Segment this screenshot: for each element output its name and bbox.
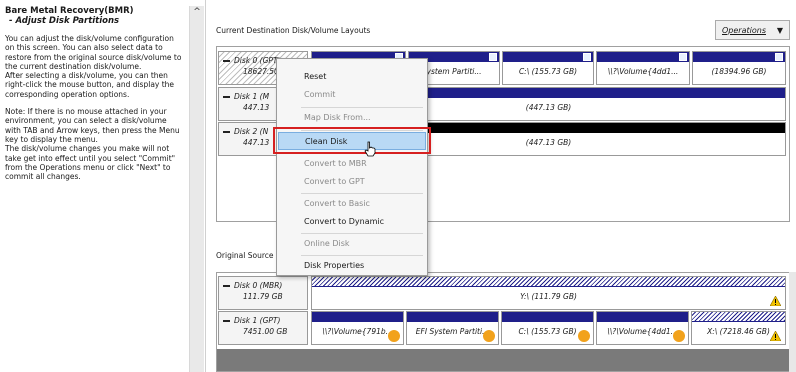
collapse-icon[interactable] (223, 96, 230, 98)
operations-button[interactable]: Operations ▼ (715, 20, 790, 40)
help-subtitle: - Adjust Disk Partitions (9, 16, 120, 26)
orig-partition[interactable]: X:\ (7218.46 GB) (691, 311, 786, 345)
help-paragraph-2: Note: If there is no mouse attached in y… (5, 107, 180, 182)
orig-partition[interactable]: Y:\ (111.79 GB) (311, 276, 786, 310)
operations-label: Operations (722, 25, 766, 35)
collapse-icon[interactable] (223, 131, 230, 133)
hand-cursor-icon (364, 141, 376, 157)
orig-partition[interactable]: C:\ (155.73 GB) (501, 311, 594, 345)
collapse-icon[interactable] (223, 320, 230, 322)
menu-separator (301, 255, 423, 256)
help-scrollbar[interactable]: ^ (189, 6, 204, 372)
context-menu: Reset Commit Map Disk From... Clean Disk… (276, 58, 428, 276)
chevron-down-icon: ▼ (776, 26, 783, 35)
checkbox-icon[interactable] (489, 53, 497, 61)
info-icon (388, 330, 400, 342)
menu-item-convert-to-dynamic[interactable]: Convert to Dynamic (278, 213, 426, 231)
destination-layout-title: Current Destination Disk/Volume Layouts (216, 26, 371, 35)
disk-name: Disk 2 (N (234, 127, 269, 136)
orig-partition[interactable]: EFI System Partiti... (406, 311, 499, 345)
menu-separator (301, 107, 423, 108)
orig-disk-label[interactable]: Disk 1 (GPT) 7451.00 GB (218, 311, 308, 345)
partition-label: (18394.96 GB) (711, 67, 767, 76)
dest-partition[interactable]: C:\ (155.73 GB) (502, 51, 594, 85)
menu-item-reset[interactable]: Reset (278, 68, 426, 86)
menu-item-convert-to-basic[interactable]: Convert to Basic (278, 195, 426, 213)
checkbox-icon[interactable] (679, 53, 687, 61)
collapse-icon[interactable] (223, 285, 230, 287)
disk-name: Disk 0 (MBR) (234, 281, 283, 290)
partition-label: C:\ (155.73 GB) (518, 67, 578, 76)
partition-label: Y:\ (111.79 GB) (520, 292, 577, 301)
warning-icon (770, 331, 781, 341)
disk-size: 7451.00 GB (243, 327, 288, 336)
info-icon (673, 330, 685, 342)
menu-item-convert-to-mbr[interactable]: Convert to MBR (278, 155, 426, 173)
checkbox-icon[interactable] (583, 53, 591, 61)
orig-partition[interactable]: \\?\Volume{4dd1... (596, 311, 689, 345)
help-text: Bare Metal Recovery(BMR) - Adjust Disk P… (5, 6, 185, 181)
dest-partition[interactable]: (18394.96 GB) (692, 51, 786, 85)
info-icon (578, 330, 590, 342)
help-title: Bare Metal Recovery(BMR) (5, 6, 134, 16)
menu-item-convert-to-gpt[interactable]: Convert to GPT (278, 173, 426, 191)
menu-item-map-disk-from[interactable]: Map Disk From... (278, 109, 426, 127)
info-icon (483, 330, 495, 342)
dest-partition[interactable]: \\?\Volume{4dd1... (596, 51, 690, 85)
checkbox-icon[interactable] (775, 53, 783, 61)
disk-size: 111.79 GB (243, 292, 283, 301)
original-source-title: Original Source (216, 251, 274, 260)
highlight-box (273, 127, 431, 154)
menu-separator (301, 233, 423, 234)
partition-label: \\?\Volume{4dd1... (607, 67, 679, 76)
orig-disk-label[interactable]: Disk 0 (MBR) 111.79 GB (218, 276, 308, 310)
orig-partition[interactable]: \\?\Volume{791b... (311, 311, 404, 345)
menu-item-disk-properties[interactable]: Disk Properties (278, 257, 426, 275)
menu-separator (301, 193, 423, 194)
menu-item-online-disk[interactable]: Online Disk (278, 235, 426, 253)
disk-name: Disk 1 (M (234, 92, 270, 101)
scroll-up-icon[interactable]: ^ (190, 6, 204, 18)
menu-item-commit[interactable]: Commit (278, 86, 426, 104)
disk-name: Disk 0 (GPT) (234, 56, 281, 65)
help-panel: Bare Metal Recovery(BMR) - Adjust Disk P… (0, 0, 206, 372)
help-paragraph-1: You can adjust the disk/volume configura… (5, 34, 182, 99)
collapse-icon[interactable] (223, 60, 230, 62)
disk-name: Disk 1 (GPT) (234, 316, 281, 325)
warning-icon (770, 296, 781, 306)
vertical-scrollbar[interactable] (789, 272, 796, 372)
